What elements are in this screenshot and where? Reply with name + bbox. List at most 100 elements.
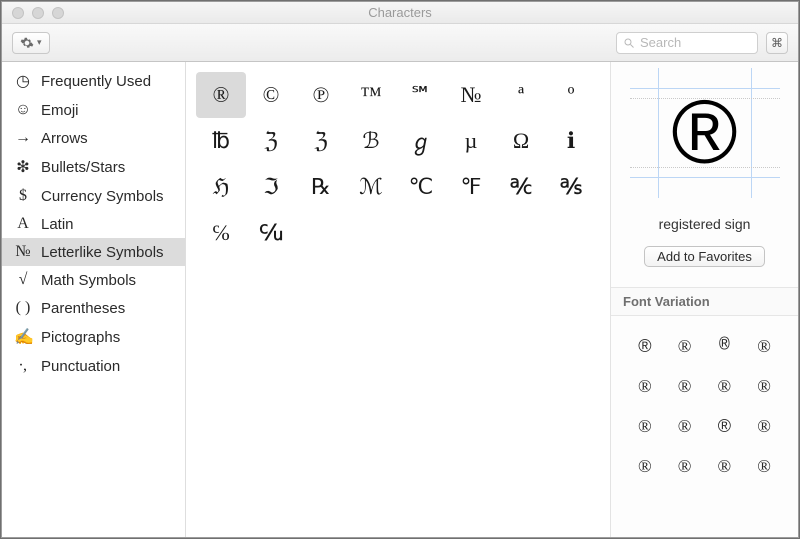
- font-variation-cell[interactable]: ®: [757, 336, 771, 357]
- character-cell[interactable]: ℗: [296, 72, 346, 118]
- character-cell[interactable]: ℃: [396, 164, 446, 210]
- font-variation-cell[interactable]: ®: [718, 456, 732, 477]
- font-variation-cell[interactable]: ®: [678, 416, 692, 437]
- sidebar-item-parentheses[interactable]: ( ) Parentheses: [2, 294, 185, 322]
- keyboard-viewer-button[interactable]: ⌘: [766, 32, 788, 54]
- font-variation-cell[interactable]: ®: [757, 376, 771, 397]
- font-variation-cell[interactable]: ®: [678, 336, 692, 357]
- character-cell[interactable]: µ: [446, 118, 496, 164]
- character-cell[interactable]: ©: [246, 72, 296, 118]
- character-cell[interactable]: ℞: [296, 164, 346, 210]
- font-variation-cell[interactable]: ®: [678, 456, 692, 477]
- currency-icon: $: [14, 187, 32, 205]
- character-cell[interactable]: ª: [496, 72, 546, 118]
- character-cell[interactable]: ℊ: [396, 118, 446, 164]
- sidebar-item-pictographs[interactable]: ✍ Pictographs: [2, 322, 185, 352]
- search-icon: [623, 37, 635, 49]
- sidebar-item-label: Math Symbols: [41, 272, 136, 289]
- sidebar-item-arrows[interactable]: → Arrows: [2, 124, 185, 152]
- punct-icon: ∙,: [14, 357, 32, 375]
- font-variation-grid: ® ® ® ® ® ® ® ® ® ® ® ® ® ® ® ®: [611, 316, 798, 496]
- zoom-button[interactable]: [52, 7, 64, 19]
- sidebar-item-label: Bullets/Stars: [41, 159, 125, 176]
- sidebar-item-label: Parentheses: [41, 300, 125, 317]
- search-field[interactable]: [616, 32, 758, 54]
- sidebar-item-label: Latin: [41, 216, 74, 233]
- sidebar-item-latin[interactable]: A Latin: [2, 210, 185, 238]
- detail-panel: ® registered sign Add to Favorites Font …: [610, 62, 798, 537]
- sidebar-item-label: Arrows: [41, 130, 88, 147]
- font-variation-cell[interactable]: ®: [638, 456, 652, 477]
- parens-icon: ( ): [14, 299, 32, 317]
- character-cell[interactable]: ℑ: [246, 164, 296, 210]
- sidebar-item-label: Emoji: [41, 102, 79, 119]
- close-button[interactable]: [12, 7, 24, 19]
- character-cell[interactable]: º: [546, 72, 596, 118]
- window-title: Characters: [2, 5, 798, 20]
- font-variation-cell[interactable]: ®: [638, 336, 651, 357]
- sidebar-item-math-symbols[interactable]: √ Math Symbols: [2, 266, 185, 294]
- character-cell[interactable]: ®: [196, 72, 246, 118]
- character-cell[interactable]: ℔: [196, 118, 246, 164]
- character-name: registered sign: [659, 216, 751, 232]
- font-variation-cell[interactable]: ®: [638, 376, 652, 397]
- character-cell[interactable]: ℹ: [546, 118, 596, 164]
- clock-icon: ◷: [14, 71, 32, 91]
- sidebar-item-label: Punctuation: [41, 358, 120, 375]
- character-cell[interactable]: ™: [346, 72, 396, 118]
- window: Characters ▾ ⌘ ◷ Frequently Used ☺ Emoji → Ar…: [1, 1, 799, 538]
- gear-icon: [20, 36, 34, 50]
- sidebar-item-bullets-stars[interactable]: ❇ Bullets/Stars: [2, 152, 185, 182]
- character-cell[interactable]: ℳ: [346, 164, 396, 210]
- font-variation-cell[interactable]: ®: [678, 376, 692, 397]
- toolbar: ▾ ⌘: [2, 24, 798, 62]
- character-cell[interactable]: ℆: [246, 210, 296, 256]
- font-variation-cell[interactable]: ®: [757, 456, 771, 477]
- sidebar-item-label: Pictographs: [41, 329, 120, 346]
- sidebar-item-frequently-used[interactable]: ◷ Frequently Used: [2, 66, 185, 96]
- character-cell[interactable]: Ω: [496, 118, 546, 164]
- numero-icon: №: [14, 243, 32, 261]
- character-cell[interactable]: ℨ: [296, 118, 346, 164]
- font-variation-cell[interactable]: ®: [718, 376, 732, 397]
- character-cell[interactable]: ℀: [496, 164, 546, 210]
- glyph-preview-char: ®: [671, 88, 737, 178]
- character-cell[interactable]: ℁: [546, 164, 596, 210]
- font-variation-cell[interactable]: ®: [719, 336, 730, 356]
- character-cell[interactable]: ℅: [196, 210, 246, 256]
- sidebar-item-label: Currency Symbols: [41, 188, 164, 205]
- character-cell[interactable]: ℌ: [196, 164, 246, 210]
- content: ◷ Frequently Used ☺ Emoji → Arrows ❇ Bullets/St…: [2, 62, 798, 537]
- emoji-icon: ☺: [14, 101, 32, 119]
- character-grid-wrap: ®©℗™℠№ªº℔ℨℨℬℊµΩℹℌℑ℞ℳ℃℉℀℁℅℆: [186, 62, 610, 537]
- gear-menu-button[interactable]: ▾: [12, 32, 50, 54]
- add-to-favorites-button[interactable]: Add to Favorites: [644, 246, 765, 267]
- sidebar-item-punctuation[interactable]: ∙, Punctuation: [2, 352, 185, 380]
- sidebar-item-label: Frequently Used: [41, 73, 151, 90]
- font-variation-cell[interactable]: ®: [757, 416, 771, 437]
- character-grid: ®©℗™℠№ªº℔ℨℨℬℊµΩℹℌℑ℞ℳ℃℉℀℁℅℆: [196, 72, 600, 256]
- character-cell[interactable]: №: [446, 72, 496, 118]
- character-cell[interactable]: ℉: [446, 164, 496, 210]
- character-cell[interactable]: ℠: [396, 72, 446, 118]
- font-variation-cell[interactable]: ®: [718, 416, 731, 437]
- traffic-lights: [2, 7, 64, 19]
- picto-icon: ✍: [14, 327, 32, 347]
- sidebar-item-emoji[interactable]: ☺ Emoji: [2, 96, 185, 124]
- bullets-icon: ❇: [14, 157, 32, 177]
- character-cell[interactable]: ℨ: [246, 118, 296, 164]
- character-cell[interactable]: ℬ: [346, 118, 396, 164]
- sidebar-item-label: Letterlike Symbols: [41, 244, 164, 261]
- sidebar-item-currency-symbols[interactable]: $ Currency Symbols: [2, 182, 185, 210]
- search-input[interactable]: [640, 35, 751, 50]
- minimize-button[interactable]: [32, 7, 44, 19]
- sidebar-item-letterlike-symbols[interactable]: № Letterlike Symbols: [2, 238, 185, 266]
- keyboard-icon: ⌘: [771, 36, 783, 50]
- arrows-icon: →: [14, 129, 32, 147]
- latin-icon: A: [14, 215, 32, 233]
- font-variation-cell[interactable]: ®: [638, 416, 652, 437]
- glyph-preview: ®: [630, 68, 780, 198]
- chevron-down-icon: ▾: [37, 37, 42, 48]
- category-sidebar: ◷ Frequently Used ☺ Emoji → Arrows ❇ Bullets/St…: [2, 62, 186, 537]
- math-icon: √: [14, 271, 32, 289]
